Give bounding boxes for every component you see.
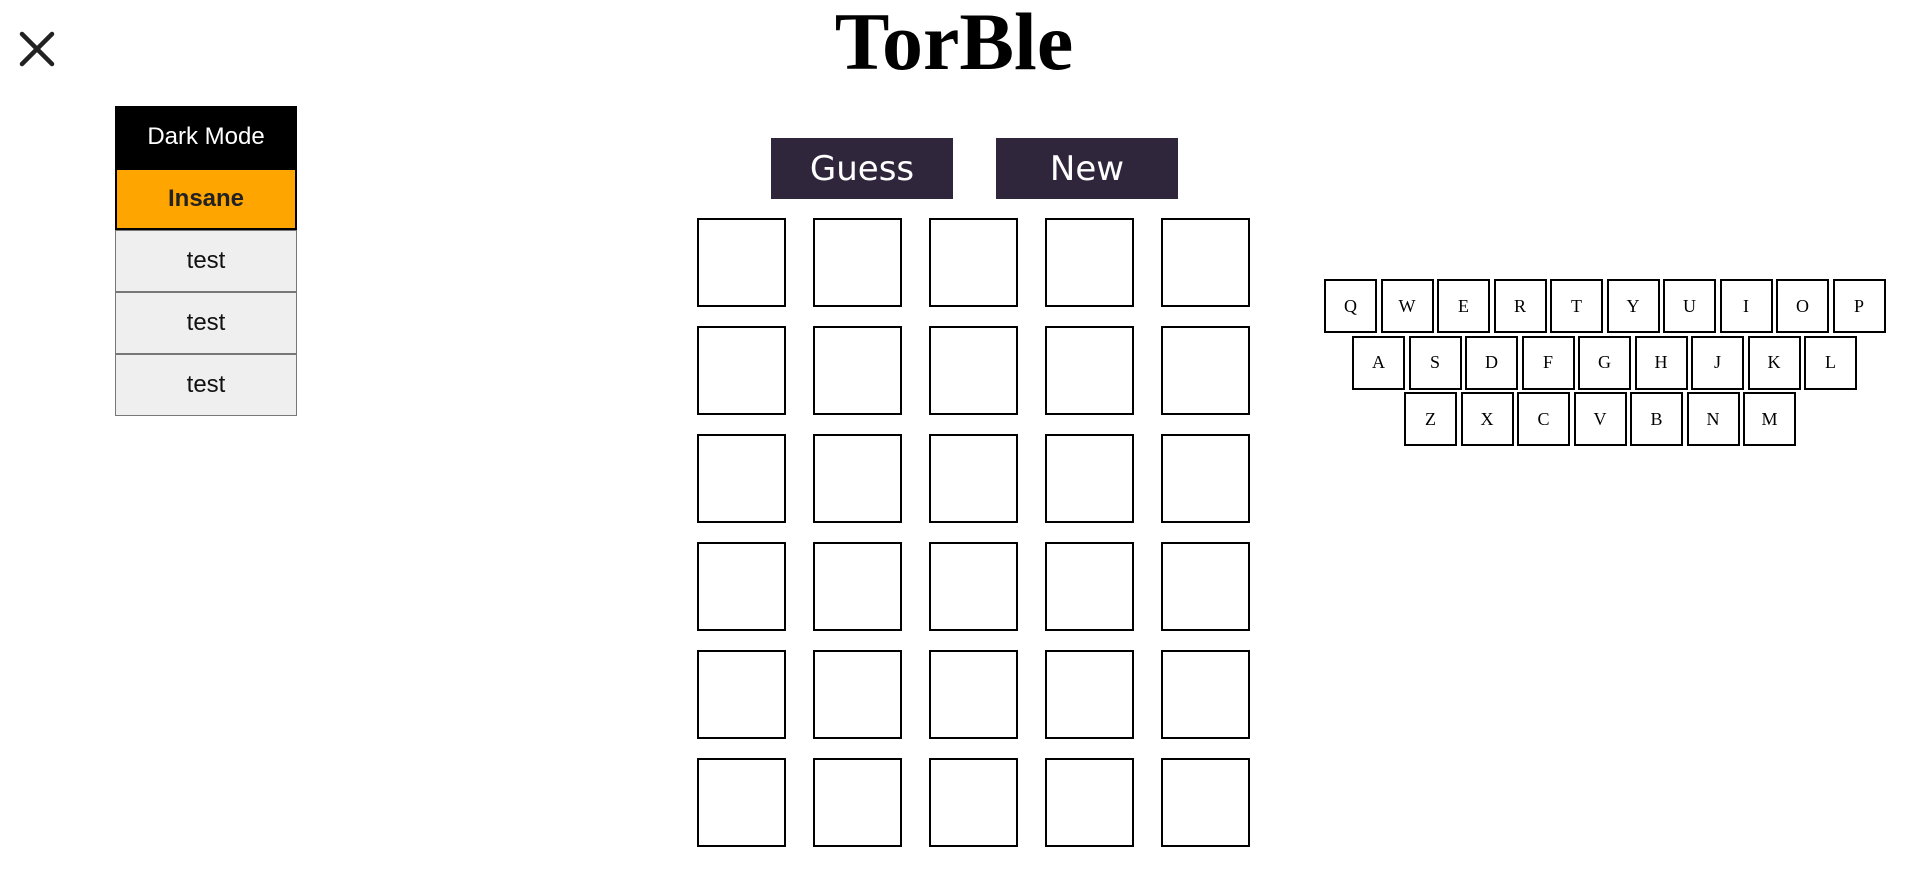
key-j[interactable]: J [1691, 335, 1744, 390]
key-t[interactable]: T [1550, 279, 1603, 333]
board-cell [813, 542, 902, 631]
key-h[interactable]: H [1634, 335, 1688, 390]
key-z[interactable]: Z [1404, 392, 1457, 446]
board-cell [813, 758, 902, 847]
key-o[interactable]: O [1776, 279, 1829, 333]
key-q[interactable]: Q [1324, 279, 1377, 333]
key-v[interactable]: V [1573, 392, 1627, 446]
board-cell [929, 434, 1018, 523]
key-e[interactable]: E [1437, 279, 1490, 333]
key-l[interactable]: L [1804, 335, 1857, 390]
board-cell [929, 542, 1018, 631]
key-s[interactable]: S [1408, 335, 1462, 390]
insane-mode-button[interactable]: Insane [115, 168, 297, 230]
key-y[interactable]: Y [1606, 279, 1660, 333]
board-cell [1161, 542, 1250, 631]
key-c[interactable]: C [1517, 392, 1570, 446]
dark-mode-button[interactable]: Dark Mode [115, 106, 297, 168]
key-a[interactable]: A [1352, 335, 1405, 390]
board-cell [1045, 434, 1134, 523]
board-cell [697, 758, 786, 847]
board-cell [1045, 650, 1134, 739]
key-r[interactable]: R [1493, 279, 1547, 333]
board-cell [813, 434, 902, 523]
board-cell [813, 218, 902, 307]
board-cell [697, 326, 786, 415]
key-i[interactable]: I [1719, 279, 1773, 333]
board-cell [697, 542, 786, 631]
key-f[interactable]: F [1521, 335, 1575, 390]
key-n[interactable]: N [1686, 392, 1740, 446]
board-cell [1161, 650, 1250, 739]
menu-item-test-3[interactable]: test [115, 354, 297, 416]
board-cell [929, 326, 1018, 415]
new-game-button[interactable]: New [996, 138, 1178, 199]
key-k[interactable]: K [1747, 335, 1801, 390]
key-m[interactable]: M [1743, 392, 1796, 446]
key-d[interactable]: D [1465, 335, 1518, 390]
key-b[interactable]: B [1630, 392, 1683, 446]
key-p[interactable]: P [1832, 279, 1886, 333]
menu-item-test-2[interactable]: test [115, 292, 297, 354]
key-g[interactable]: G [1578, 335, 1631, 390]
page-title: TorBle [834, 0, 1074, 87]
board-cell [697, 650, 786, 739]
board-cell [1161, 434, 1250, 523]
board-cell [813, 326, 902, 415]
menu-item-test-1[interactable]: test [115, 230, 297, 292]
side-menu: Dark Mode Insane test test test [115, 106, 297, 416]
board-cell [1045, 542, 1134, 631]
board-cell [929, 218, 1018, 307]
board-cell [697, 434, 786, 523]
board-cell [1161, 326, 1250, 415]
board-cell [1161, 758, 1250, 847]
board-cell [1161, 218, 1250, 307]
key-w[interactable]: W [1380, 279, 1434, 333]
board-cell [1045, 218, 1134, 307]
key-x[interactable]: X [1460, 392, 1514, 446]
key-u[interactable]: U [1663, 279, 1716, 333]
board-cell [697, 218, 786, 307]
board-cell [813, 650, 902, 739]
board-cell [1045, 758, 1134, 847]
board-cell [929, 758, 1018, 847]
guess-button[interactable]: Guess [771, 138, 953, 199]
board-cell [929, 650, 1018, 739]
board-cell [1045, 326, 1134, 415]
